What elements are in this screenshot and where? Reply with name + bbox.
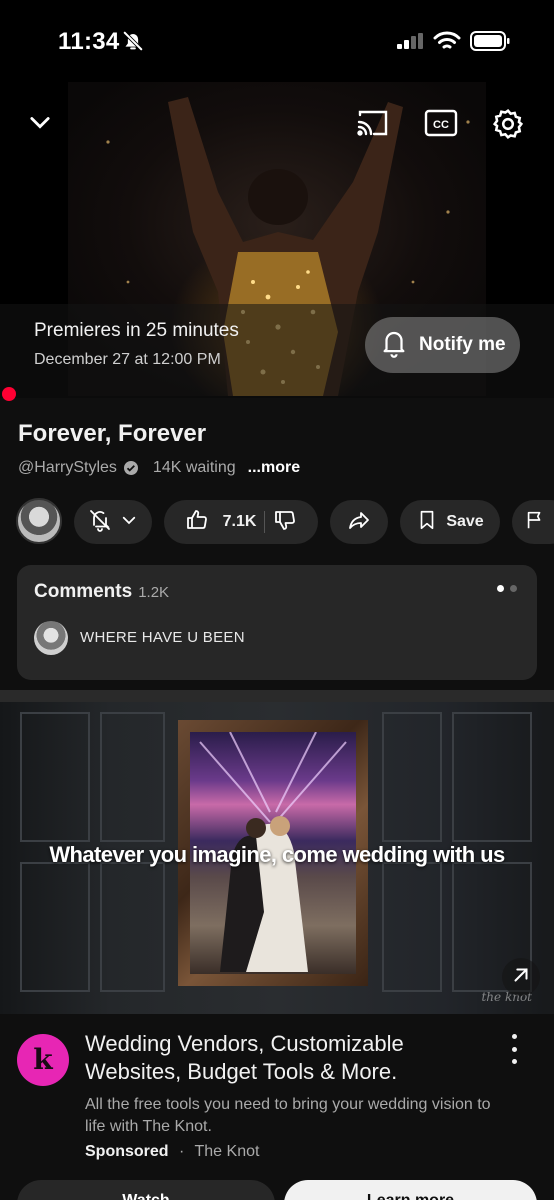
action-row: 7.1K Save [0, 498, 554, 546]
flag-icon [524, 509, 546, 536]
bookmark-icon [416, 509, 438, 536]
cellular-signal-icon [397, 33, 425, 54]
channel-avatar[interactable] [16, 498, 62, 544]
sponsored-label: Sponsored [85, 1143, 169, 1160]
premiere-date: December 27 at 12:00 PM [34, 351, 221, 368]
save-label: Save [446, 513, 484, 530]
ad-description: All the free tools you need to bring you… [85, 1096, 491, 1135]
battery-icon [470, 31, 510, 56]
ad-info[interactable]: k Wedding Vendors, Customizable Websites… [0, 1014, 554, 1200]
status-time: 11:34 [58, 28, 120, 55]
share-icon [347, 508, 371, 537]
open-external-button[interactable] [502, 958, 540, 996]
chevron-down-icon[interactable] [26, 108, 54, 141]
thumbs-down-icon [275, 510, 296, 530]
wall-panel [20, 712, 90, 842]
wall-panel [20, 862, 90, 992]
arrow-up-right-icon [510, 964, 532, 991]
svg-text:CC: CC [433, 119, 449, 131]
bell-off-icon [122, 30, 144, 57]
video-player[interactable]: CC Premieres in 25 minutes December 27 a… [0, 80, 554, 398]
commenter-avatar [34, 621, 68, 655]
wifi-icon [433, 30, 461, 57]
more-options-icon[interactable] [504, 1034, 524, 1064]
premiere-countdown: Premieres in 25 minutes [34, 320, 239, 341]
waiting-count: 14K waiting [152, 459, 236, 476]
status-bar: 11:34 [0, 0, 554, 80]
wall-panel [452, 712, 532, 842]
top-comment-text: WHERE HAVE U BEEN [80, 629, 245, 646]
notify-me-label: Notify me [419, 334, 506, 355]
notify-me-button[interactable]: Notify me [365, 317, 520, 373]
ad-headline: Whatever you imagine, come wedding with … [49, 842, 505, 867]
cast-icon[interactable] [356, 108, 390, 143]
svg-text:k: k [33, 1043, 53, 1076]
dislike-button[interactable] [273, 508, 297, 537]
wall-panel [382, 862, 442, 992]
bell-icon [379, 328, 409, 363]
ad-title[interactable]: Wedding Vendors, Customizable Websites, … [85, 1030, 485, 1086]
comments-pager-dots [497, 585, 517, 592]
share-button[interactable] [330, 500, 388, 544]
advertiser-logo[interactable]: k [17, 1034, 69, 1086]
ad-image[interactable]: Whatever you imagine, come wedding with … [0, 702, 554, 1014]
comments-title: Comments [34, 581, 133, 602]
wall-panel [100, 712, 165, 842]
bell-off-icon [88, 508, 112, 537]
section-divider [0, 690, 554, 702]
comments-panel[interactable]: Comments 1.2K WHERE HAVE U BEEN [17, 565, 537, 680]
separator-dot: · [179, 1143, 185, 1160]
like-divider [264, 511, 266, 533]
video-meta: @HarryStyles 14K waiting ...more [18, 459, 300, 477]
wall-panel [100, 862, 165, 992]
video-title: Forever, Forever [18, 420, 207, 447]
chevron-down-icon [120, 511, 138, 534]
more-link[interactable]: ...more [248, 459, 300, 477]
ad-sponsor-line: Sponsored · The Knot [85, 1143, 259, 1161]
ad-watch-button[interactable]: Watch [17, 1180, 275, 1200]
wall-panel [382, 712, 442, 842]
save-button[interactable]: Save [400, 500, 500, 544]
live-indicator-dot [2, 387, 16, 401]
like-button[interactable]: 7.1K [185, 508, 257, 537]
captions-icon[interactable]: CC [424, 108, 458, 143]
subscription-bell-button[interactable] [74, 500, 152, 544]
verified-badge-icon [123, 460, 139, 476]
pager-dot-active [497, 585, 504, 592]
settings-gear-icon[interactable] [492, 108, 524, 145]
comments-header: Comments 1.2K [34, 581, 169, 603]
like-dislike-group: 7.1K [164, 500, 318, 544]
comments-count: 1.2K [138, 584, 170, 601]
pager-dot [510, 585, 517, 592]
like-count: 7.1K [222, 513, 257, 530]
ad-learn-more-button[interactable]: Learn more [284, 1180, 537, 1200]
thumbs-up-icon [185, 508, 209, 537]
channel-handle[interactable]: @HarryStyles [18, 459, 117, 477]
report-button[interactable] [512, 500, 554, 544]
advertiser-name: The Knot [194, 1143, 260, 1160]
